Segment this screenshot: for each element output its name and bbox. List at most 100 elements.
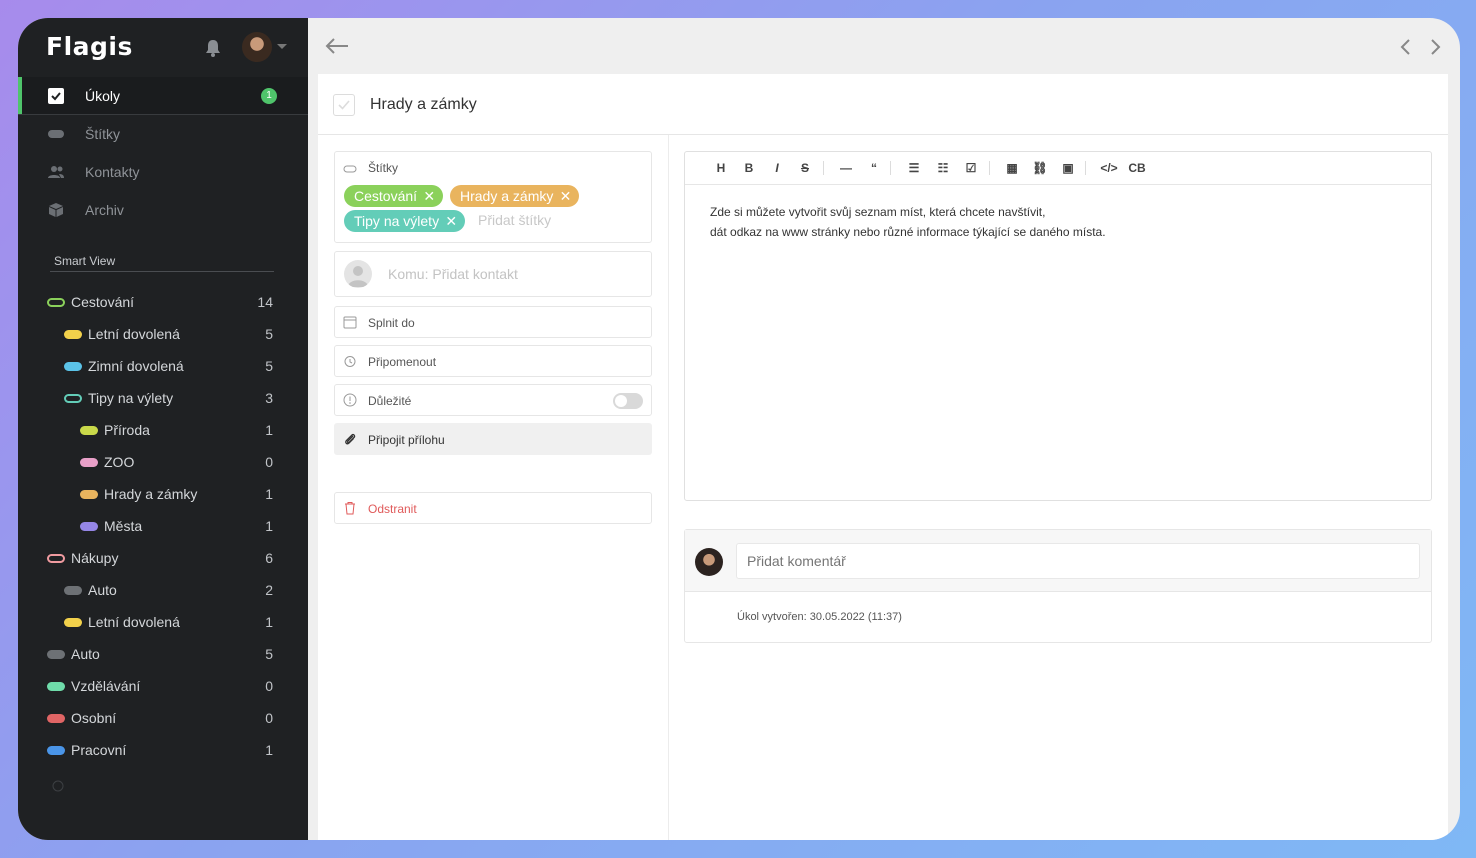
tag-color-icon xyxy=(80,522,98,531)
sidebar-tag-item[interactable]: Vzdělávání 0 xyxy=(18,671,308,703)
comment-input[interactable] xyxy=(736,543,1420,579)
bell-icon[interactable] xyxy=(203,38,223,58)
check-icon xyxy=(338,100,350,110)
sidebar-tag-item[interactable]: Osobní 0 xyxy=(18,703,308,735)
tag-color-icon xyxy=(64,618,82,627)
sidebar-item-archiv[interactable]: Archiv xyxy=(18,191,308,229)
sidebar-tag-item[interactable]: Pracovní 1 xyxy=(18,735,308,767)
link-button[interactable]: ⛓ xyxy=(1030,160,1050,176)
alarm-icon xyxy=(344,356,356,367)
tag-count: 0 xyxy=(265,454,273,470)
tag-color-icon xyxy=(80,426,98,435)
sidebar-item-label: Archiv xyxy=(85,202,124,218)
tag-count: 14 xyxy=(257,294,273,310)
chevron-down-icon[interactable] xyxy=(277,44,287,49)
tags-label: Štítky xyxy=(368,161,399,175)
trash-icon xyxy=(345,502,355,515)
toolbar-separator xyxy=(823,161,824,175)
tag-count: 0 xyxy=(265,678,273,694)
sidebar-tag-item[interactable]: Nákupy 6 xyxy=(18,543,308,575)
close-icon[interactable]: ✕ xyxy=(423,185,435,207)
tag-count: 2 xyxy=(265,582,273,598)
sidebar-tag-item[interactable]: Cestování 14 xyxy=(18,287,308,319)
description-editor[interactable]: H B I S — “ ☰ ☷ ☑ ▦ ⛓ ▣ </> CB Zde si můžete vytvořit… xyxy=(684,151,1432,501)
sidebar-tag-item[interactable]: Města 1 xyxy=(18,511,308,543)
plus-circle-icon xyxy=(52,780,64,792)
attach-file-button[interactable]: Připojit přílohu xyxy=(334,423,652,455)
bullet-list-button[interactable]: ☰ xyxy=(904,160,924,176)
toolbar-separator xyxy=(890,161,891,175)
tag-count: 5 xyxy=(265,326,273,342)
editor-toolbar: H B I S — “ ☰ ☷ ☑ ▦ ⛓ ▣ </> CB xyxy=(685,152,1431,185)
sidebar-tag-item[interactable]: ZOO 0 xyxy=(18,447,308,479)
chevron-left-icon[interactable] xyxy=(1398,38,1412,56)
tag-count: 5 xyxy=(265,358,273,374)
tag-count: 1 xyxy=(265,422,273,438)
contact-field[interactable]: Komu: Přidat kontakt xyxy=(334,251,652,297)
tag-color-icon xyxy=(64,330,82,339)
code-block-button[interactable]: CB xyxy=(1127,160,1147,176)
checkbox-icon xyxy=(48,88,64,104)
back-arrow-icon[interactable] xyxy=(324,36,350,56)
code-button[interactable]: </> xyxy=(1099,160,1119,176)
people-icon xyxy=(48,166,64,178)
tag-chip[interactable]: Tipy na výlety ✕ xyxy=(344,210,466,232)
tag-count: 1 xyxy=(265,614,273,630)
tag-name: Zimní dovolená xyxy=(88,358,184,374)
strikethrough-button[interactable]: S xyxy=(795,160,815,176)
toolbar-separator xyxy=(989,161,990,175)
close-icon[interactable]: ✕ xyxy=(560,185,572,207)
table-button[interactable]: ▦ xyxy=(1002,160,1022,176)
important-toggle[interactable] xyxy=(613,393,643,409)
avatar xyxy=(695,548,723,576)
sidebar-tag-item[interactable]: Letní dovolená 5 xyxy=(18,319,308,351)
due-date-field[interactable]: Splnit do xyxy=(334,306,652,338)
contact-avatar-icon xyxy=(344,260,372,288)
sidebar-item-kontakty[interactable]: Kontakty xyxy=(18,153,308,191)
comment-composer xyxy=(685,530,1431,592)
tag-name: Vzdělávání xyxy=(71,678,141,694)
image-button[interactable]: ▣ xyxy=(1058,160,1078,176)
task-created-info: Úkol vytvořen: 30.05.2022 (11:37) xyxy=(737,611,902,623)
sidebar-tag-item[interactable]: Auto 5 xyxy=(18,639,308,671)
tag-icon xyxy=(48,130,64,138)
tag-count: 6 xyxy=(265,550,273,566)
user-avatar[interactable] xyxy=(242,32,272,62)
sidebar-tag-item[interactable]: Zimní dovolená 5 xyxy=(18,351,308,383)
delete-button[interactable]: Odstranit xyxy=(334,492,652,524)
tag-chip[interactable]: Cestování ✕ xyxy=(344,185,444,207)
close-icon[interactable]: ✕ xyxy=(445,210,457,232)
task-header: Hrady a zámky xyxy=(318,74,1448,135)
tag-chip[interactable]: Hrady a zámky ✕ xyxy=(450,185,580,207)
sidebar-tag-item[interactable]: Hrady a zámky 1 xyxy=(18,479,308,511)
add-tags-input[interactable]: Přidat štítky xyxy=(478,212,551,228)
important-label: Důležité xyxy=(368,394,412,408)
description-text[interactable]: Zde si můžete vytvořit svůj seznam míst,… xyxy=(710,202,1106,242)
heading-button[interactable]: H xyxy=(711,160,731,176)
sidebar-tag-item[interactable]: Tipy na výlety 3 xyxy=(18,383,308,415)
tag-name: Nákupy xyxy=(71,550,119,566)
app-logo: Flagis xyxy=(46,32,133,61)
task-title[interactable]: Hrady a zámky xyxy=(370,96,477,114)
sidebar-item-ukoly[interactable]: Úkoly 1 xyxy=(18,77,308,115)
italic-button[interactable]: I xyxy=(767,160,787,176)
chevron-right-icon[interactable] xyxy=(1429,38,1443,56)
sidebar-tag-item[interactable]: Auto 2 xyxy=(18,575,308,607)
tag-color-icon xyxy=(47,650,65,659)
tag-count: 0 xyxy=(265,710,273,726)
reminder-field[interactable]: Připomenout xyxy=(334,345,652,377)
sidebar-tag-item[interactable]: Letní dovolená 1 xyxy=(18,607,308,639)
horizontal-rule-button[interactable]: — xyxy=(836,160,856,176)
paperclip-icon xyxy=(345,433,356,445)
delete-label: Odstranit xyxy=(368,502,417,516)
comments-section: Úkol vytvořen: 30.05.2022 (11:37) xyxy=(684,529,1432,643)
bold-button[interactable]: B xyxy=(739,160,759,176)
ordered-list-button[interactable]: ☷ xyxy=(933,160,953,176)
quote-button[interactable]: “ xyxy=(864,160,884,176)
task-complete-checkbox[interactable] xyxy=(333,94,355,116)
sidebar-item-stitky[interactable]: Štítky xyxy=(18,115,308,153)
sidebar-tag-item[interactable]: Příroda 1 xyxy=(18,415,308,447)
task-list-button[interactable]: ☑ xyxy=(961,160,981,176)
sidebar-item-label: Kontakty xyxy=(85,164,140,180)
toolbar-separator xyxy=(1085,161,1086,175)
